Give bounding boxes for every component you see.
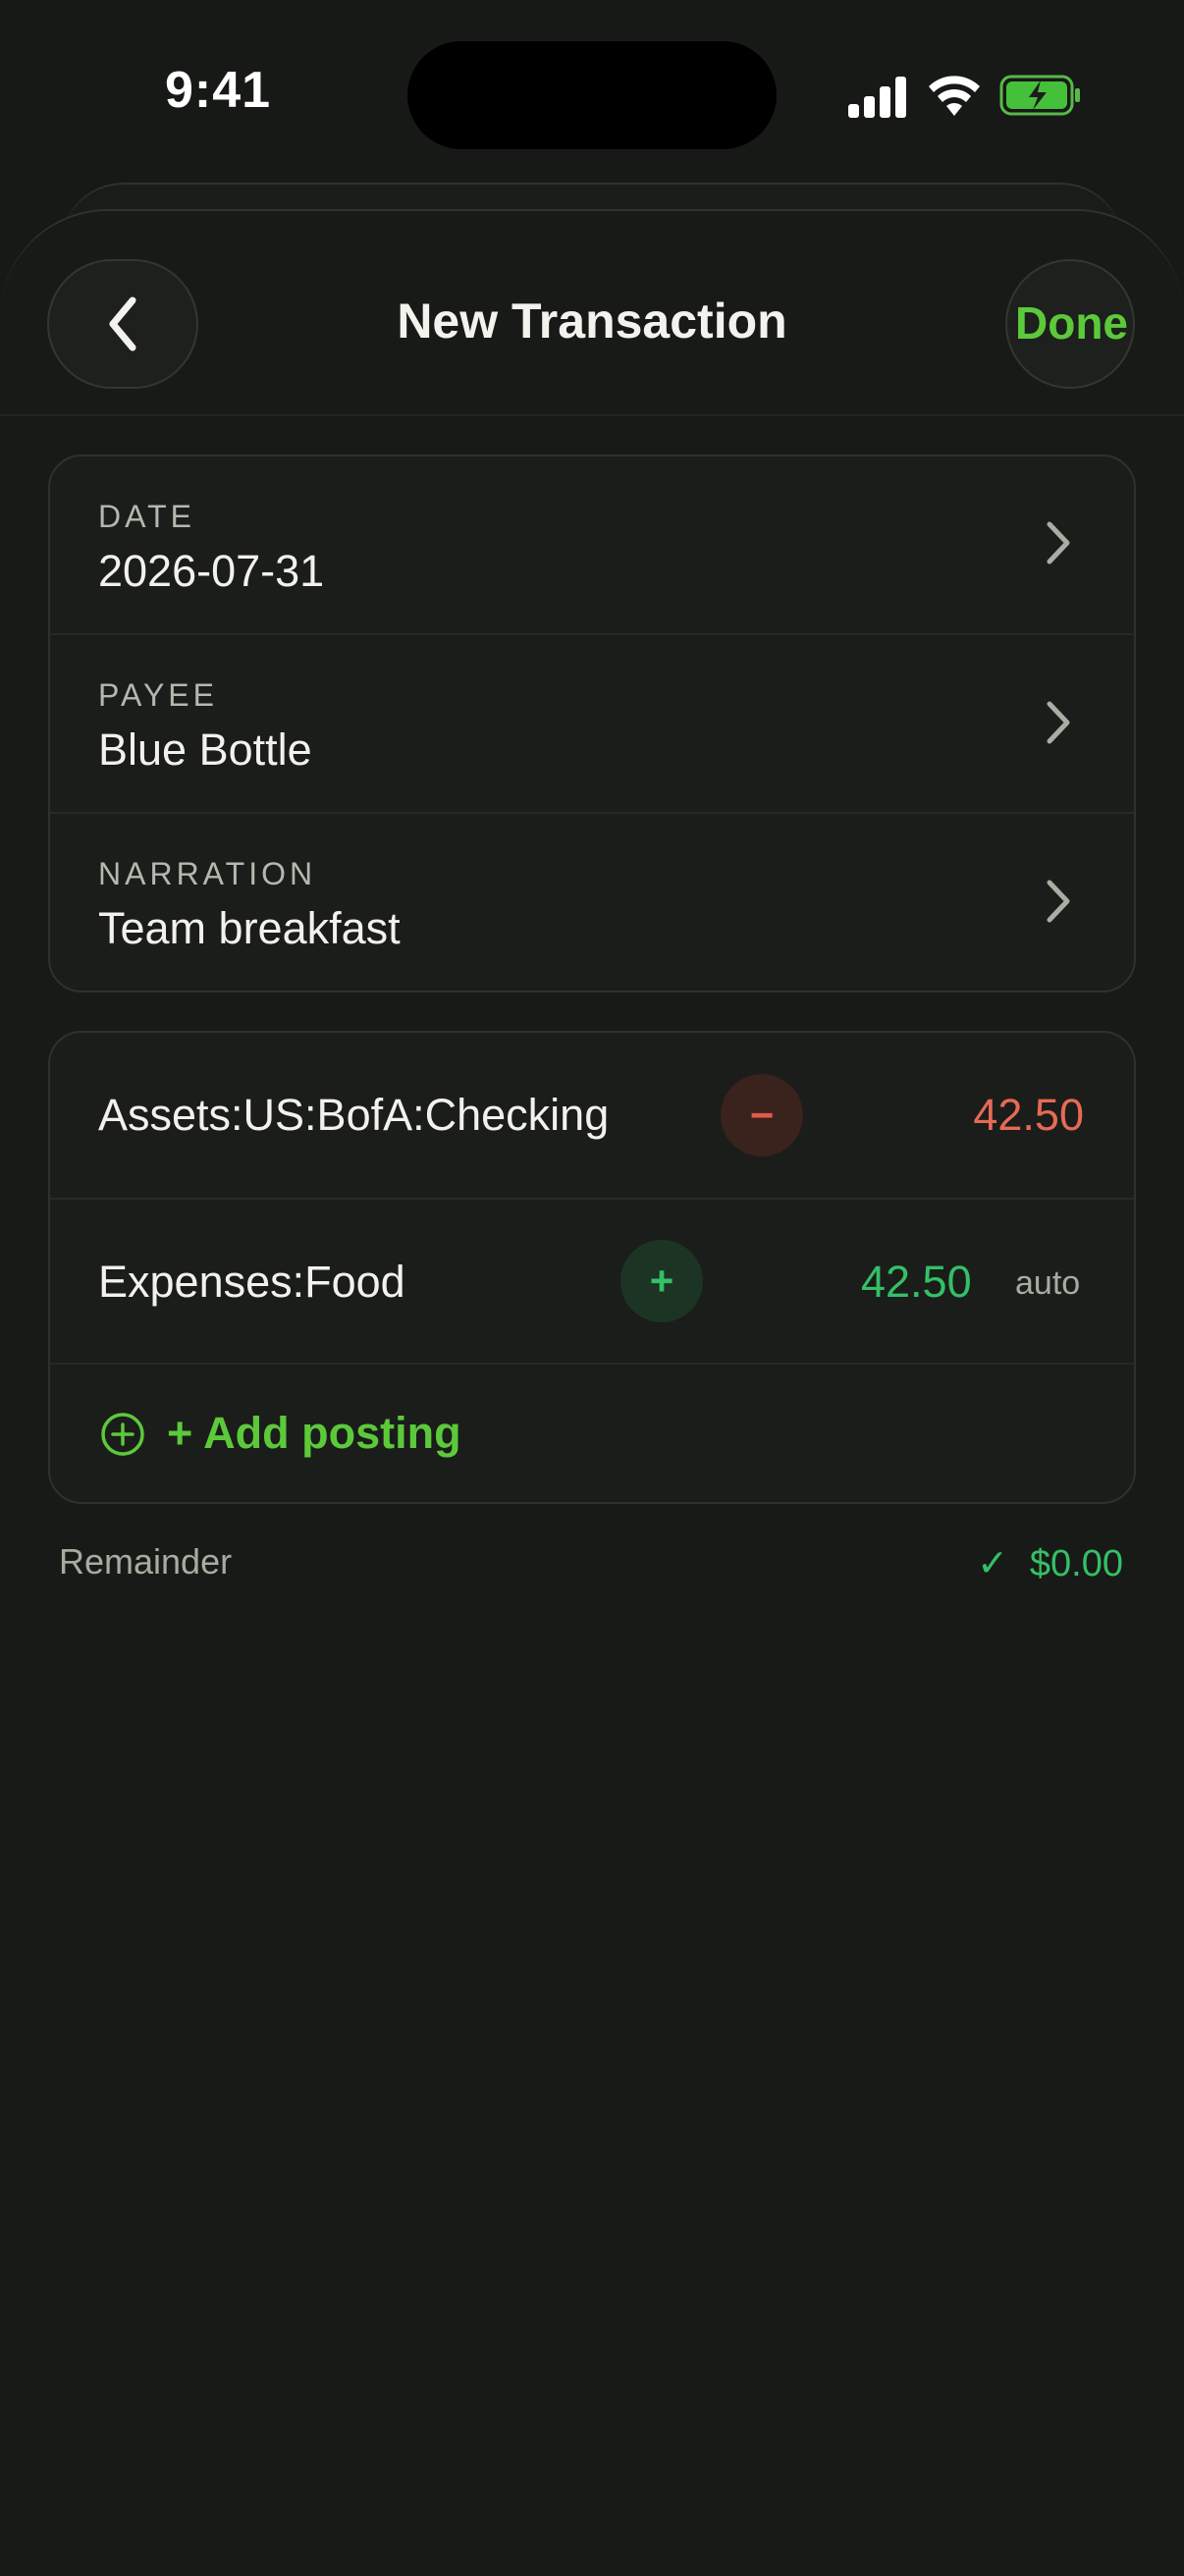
date-label: DATE [98, 499, 195, 534]
wifi-icon [929, 76, 980, 116]
date-row[interactable] [50, 456, 1134, 633]
status-time: 9:41 [165, 62, 272, 119]
date-value: 2026-07-31 [98, 546, 325, 596]
chevron-left-icon [109, 296, 136, 351]
done-button-label[interactable]: Done [1015, 296, 1128, 349]
nav-divider [0, 414, 1184, 416]
posting-account: Expenses:Food [98, 1257, 405, 1307]
payee-value: Blue Bottle [98, 724, 312, 775]
chevron-right-icon [1047, 701, 1070, 744]
debit-toggle-button[interactable]: − [721, 1074, 803, 1156]
posting-amount[interactable]: 42.50 [973, 1090, 1084, 1141]
narration-label: NARRATION [98, 856, 317, 891]
narration-row[interactable] [50, 814, 1134, 991]
payee-label: PAYEE [98, 677, 218, 713]
auto-balance-tag: auto [1015, 1264, 1081, 1302]
checkmark-icon: ✓ [977, 1543, 1008, 1584]
chevron-right-icon [1047, 521, 1070, 564]
posting-amount[interactable]: 42.50 [861, 1257, 972, 1308]
narration-value: Team breakfast [98, 903, 401, 953]
chevron-right-icon [1047, 880, 1070, 923]
dynamic-island [407, 41, 777, 149]
posting-account: Assets:US:BofA:Checking [98, 1090, 610, 1140]
cellular-signal-icon [848, 77, 906, 118]
remainder-amount: $0.00 [1029, 1543, 1123, 1584]
remainder-value: ✓ $0.00 [977, 1541, 1123, 1585]
add-circle-icon [101, 1413, 144, 1456]
remainder-label: Remainder [59, 1541, 233, 1582]
page-title: New Transaction [397, 294, 787, 349]
back-button[interactable] [47, 259, 198, 389]
credit-toggle-button[interactable]: + [620, 1240, 703, 1322]
add-posting-label[interactable]: + Add posting [167, 1408, 461, 1459]
payee-row[interactable] [50, 635, 1134, 812]
battery-charging-icon [999, 75, 1080, 116]
